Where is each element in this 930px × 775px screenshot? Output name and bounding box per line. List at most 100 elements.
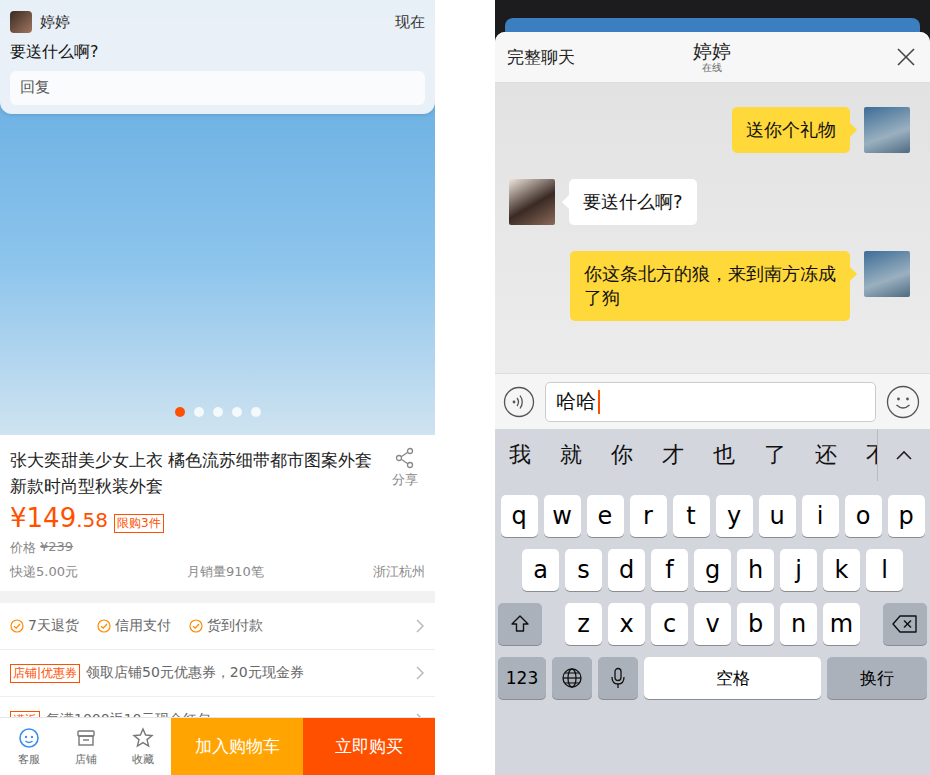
sales: 月销量910笔 [187, 563, 264, 581]
candidate[interactable]: 不 [866, 440, 877, 470]
letter-key[interactable]: a [522, 549, 559, 591]
title-row: 张大奕甜美少女上衣 橘色流苏细带都市图案外套新款时尚型秋装外套 分享 [10, 447, 425, 499]
message-input[interactable]: 哈哈 [545, 382, 876, 422]
space-key[interactable]: 空格 [644, 657, 821, 699]
my-avatar-icon[interactable] [864, 107, 910, 153]
message: 送你个礼物 [509, 107, 910, 153]
promo-row[interactable]: 满返 每满1000返10元现金红包 [0, 697, 435, 717]
contact-avatar-icon[interactable] [509, 179, 555, 225]
message-bubble: 你这条北方的狼，来到南方冻成了狗 [570, 251, 850, 321]
letter-key[interactable]: x [608, 603, 645, 645]
candidate[interactable]: 还 [815, 440, 866, 470]
globe-key[interactable] [552, 657, 592, 699]
candidate[interactable]: 也 [713, 440, 764, 470]
letter-key[interactable]: p [888, 495, 925, 537]
letter-key[interactable]: r [630, 495, 667, 537]
candidate[interactable]: 了 [764, 440, 815, 470]
service-item: 货到付款 [189, 617, 263, 635]
letter-key[interactable]: k [823, 549, 860, 591]
carousel-dot[interactable] [175, 407, 185, 417]
original-price-label: 价格 [10, 539, 36, 557]
candidate[interactable]: 才 [662, 440, 713, 470]
services-row[interactable]: 7天退货 信用支付 货到付款 [0, 603, 435, 650]
bottom-bar-item[interactable]: 店铺 [57, 718, 114, 775]
carousel-dot[interactable] [213, 407, 223, 417]
location: 浙江杭州 [373, 563, 425, 581]
candidate[interactable]: 就 [560, 440, 611, 470]
bottom-bar: 客服 店铺 收藏 加入购物车立即购买 [0, 717, 435, 775]
letter-key[interactable]: g [694, 549, 731, 591]
bottom-bar-item[interactable]: 收藏 [114, 718, 171, 775]
mic-key[interactable] [598, 657, 638, 699]
carousel-dot[interactable] [232, 407, 242, 417]
bottom-bar-label: 店铺 [75, 752, 97, 767]
letter-key[interactable]: y [716, 495, 753, 537]
background-card [505, 18, 920, 32]
full-chat-button[interactable]: 完整聊天 [507, 46, 693, 69]
detail-rows: 7天退货 信用支付 货到付款 店铺|优惠券 领取店铺50元优惠券，20元现金券 … [0, 603, 435, 717]
letter-key[interactable]: h [737, 549, 774, 591]
service-item: 7天退货 [10, 617, 79, 635]
letter-key[interactable]: n [780, 603, 817, 645]
letter-key[interactable]: d [608, 549, 645, 591]
chat-panel: 完整聊天 婷婷 在线 送你个礼物 要送什么啊? 你这条北方的狼，来到南方冻成了狗… [495, 32, 930, 775]
letter-key[interactable]: l [866, 549, 903, 591]
numbers-key[interactable]: 123 [498, 657, 546, 699]
service-item: 信用支付 [97, 617, 171, 635]
share-label: 分享 [392, 471, 418, 489]
star-icon [131, 726, 155, 750]
notification-banner[interactable]: 婷婷 现在 要送什么啊? 回复 [0, 0, 435, 114]
letter-key[interactable]: c [651, 603, 688, 645]
shift-key[interactable] [498, 603, 542, 645]
letter-key[interactable]: w [544, 495, 581, 537]
voice-icon[interactable] [503, 386, 535, 418]
bottom-bar-item[interactable]: 客服 [0, 718, 57, 775]
chevron-right-icon [415, 665, 425, 681]
candidate[interactable]: 我 [509, 440, 560, 470]
add-to-cart-button[interactable]: 加入购物车 [171, 718, 303, 775]
emoji-icon[interactable] [886, 385, 920, 419]
letter-key[interactable]: q [501, 495, 538, 537]
chat-screen: 完整聊天 婷婷 在线 送你个礼物 要送什么啊? 你这条北方的狼，来到南方冻成了狗… [495, 0, 930, 775]
price-row: ¥149.58 限购3件 [10, 503, 425, 533]
microphone-icon [610, 667, 626, 689]
letter-key[interactable]: j [780, 549, 817, 591]
product-photo[interactable]: 婷婷 现在 要送什么啊? 回复 [0, 0, 435, 435]
promo-row[interactable]: 店铺|优惠券 领取店铺50元优惠券，20元现金券 [0, 650, 435, 697]
product-info: 张大奕甜美少女上衣 橘色流苏细带都市图案外套新款时尚型秋装外套 分享 ¥149.… [0, 435, 435, 591]
carousel-dot[interactable] [251, 407, 261, 417]
letter-key[interactable]: s [565, 549, 602, 591]
expand-candidates-button[interactable] [877, 429, 930, 481]
carousel-dot[interactable] [194, 407, 204, 417]
letter-key[interactable]: f [651, 549, 688, 591]
letter-key[interactable]: i [802, 495, 839, 537]
check-circle-icon [189, 619, 203, 633]
backspace-key[interactable] [883, 603, 927, 645]
share-icon [394, 447, 416, 469]
return-key[interactable]: 换行 [827, 657, 927, 699]
input-bar: 哈哈 [495, 373, 930, 429]
letter-key[interactable]: v [694, 603, 731, 645]
candidate[interactable]: 你 [611, 440, 662, 470]
message: 你这条北方的狼，来到南方冻成了狗 [509, 251, 910, 321]
letter-key[interactable]: o [845, 495, 882, 537]
close-icon[interactable] [896, 47, 916, 67]
price: ¥149 [10, 503, 76, 533]
letter-key[interactable]: m [823, 603, 860, 645]
promo-text: 领取店铺50元优惠券，20元现金券 [86, 664, 304, 682]
candidate-bar: 我就你才也了还不 [495, 429, 930, 481]
chevron-right-icon [415, 618, 425, 634]
carousel-dots [175, 407, 261, 417]
letter-key[interactable]: t [673, 495, 710, 537]
letter-key[interactable]: z [565, 603, 602, 645]
product-page: 婷婷 现在 要送什么啊? 回复 张大奕甜美少女上衣 橘色流苏细带都市图案外套新款… [0, 0, 435, 775]
reply-field[interactable]: 回复 [10, 71, 425, 105]
share-button[interactable]: 分享 [385, 447, 425, 489]
promo-tag: 店铺|优惠券 [10, 664, 80, 683]
my-avatar-icon[interactable] [864, 251, 910, 297]
letter-key[interactable]: u [759, 495, 796, 537]
buy-now-button[interactable]: 立即购买 [303, 718, 435, 775]
letter-key[interactable]: b [737, 603, 774, 645]
notification-message: 要送什么啊? [10, 42, 425, 63]
letter-key[interactable]: e [587, 495, 624, 537]
